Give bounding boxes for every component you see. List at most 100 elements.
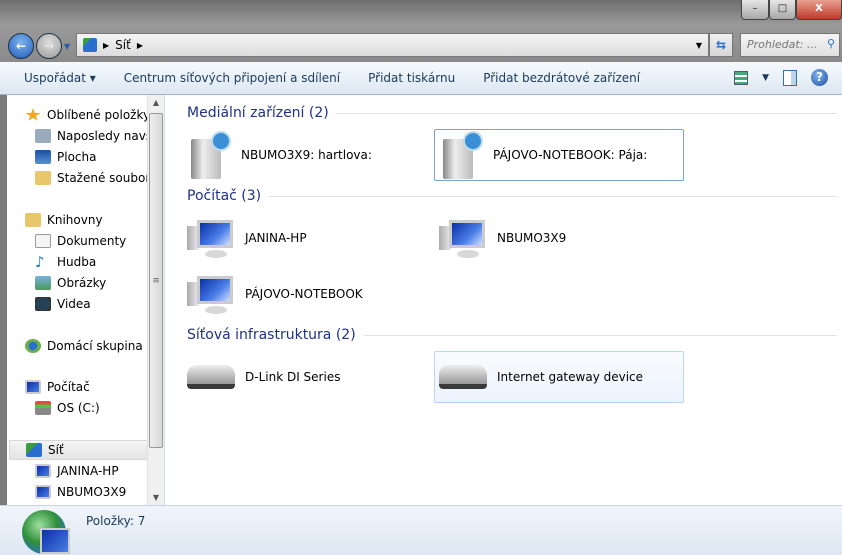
videos-icon xyxy=(35,297,51,311)
label: JANINA-HP xyxy=(57,464,119,478)
sidebar-item-recent[interactable]: Naposledy navštívená místa xyxy=(35,126,153,146)
pictures-icon xyxy=(35,276,51,290)
add-wireless-button[interactable]: Přidat bezdrátové zařízení xyxy=(469,71,654,85)
sidebar-item-documents[interactable]: Dokumenty xyxy=(35,231,153,251)
item-count: Položky: 7 xyxy=(86,514,146,528)
computer-item[interactable]: PÁJOVO-NOTEBOOK xyxy=(182,268,432,320)
sidebar-item-janina-hp[interactable]: JANINA-HP xyxy=(35,461,153,481)
computer-icon xyxy=(439,216,487,260)
group-header-computer[interactable]: Počítač (3) xyxy=(187,188,837,204)
sidebar-item-nbumo3x9[interactable]: NBUMO3X9 xyxy=(35,482,153,502)
label: NBUMO3X9 xyxy=(57,485,127,499)
details-pane: Položky: 7 xyxy=(0,505,842,555)
search-input[interactable]: Prohledat: ... ⚲ xyxy=(740,33,840,57)
breadcrumb-arrow-icon[interactable]: ▶ xyxy=(137,41,143,50)
organize-button[interactable]: Uspořádat ▾ xyxy=(0,71,110,85)
label: Naposledy navštívená místa xyxy=(57,129,153,143)
media-server-icon xyxy=(187,131,231,179)
router-icon xyxy=(439,365,487,389)
computer-icon xyxy=(187,272,235,316)
forward-button[interactable]: → xyxy=(36,33,62,59)
documents-icon xyxy=(35,234,51,248)
back-button[interactable]: ← xyxy=(8,33,34,59)
computer-icon xyxy=(187,216,235,260)
recent-places-icon xyxy=(35,129,51,143)
label: OS (C:) xyxy=(57,401,100,415)
sidebar-item-favorites[interactable]: Oblíbené položky xyxy=(25,105,153,125)
close-button[interactable]: X xyxy=(796,0,842,20)
help-icon[interactable]: ? xyxy=(811,69,828,86)
homegroup-icon xyxy=(25,339,41,353)
infrastructure-item[interactable]: D-Link DI Series xyxy=(182,351,432,403)
media-server-icon xyxy=(439,131,483,179)
sidebar-item-desktop[interactable]: Plocha xyxy=(35,147,153,167)
item-label: JANINA-HP xyxy=(245,231,307,245)
label: Dokumenty xyxy=(57,234,127,248)
scroll-up-icon[interactable]: ▲ xyxy=(148,98,164,107)
star-icon xyxy=(25,108,41,121)
infrastructure-item[interactable]: Internet gateway device xyxy=(434,351,684,403)
sidebar-item-downloads[interactable]: Stažené soubory xyxy=(35,168,153,188)
group-header-infrastructure[interactable]: Síťová infrastruktura (2) xyxy=(187,327,837,343)
router-icon xyxy=(187,365,235,389)
computer-icon xyxy=(35,485,51,499)
nav-scrollbar[interactable]: ▲ ≡ ▼ xyxy=(147,95,164,505)
recent-pages-dropdown[interactable]: ▼ xyxy=(64,42,70,51)
search-icon[interactable]: ⚲ xyxy=(827,37,835,50)
sidebar-item-network[interactable]: Síť xyxy=(9,440,153,460)
item-label: D-Link DI Series xyxy=(245,370,341,384)
breadcrumb-arrow-icon[interactable]: ▶ xyxy=(103,41,109,50)
add-printer-button[interactable]: Přidat tiskárnu xyxy=(354,71,469,85)
file-list: Mediální zařízení (2) NBUMO3X9: hartlova… xyxy=(165,95,842,505)
network-center-button[interactable]: Centrum síťových připojení a sdílení xyxy=(110,71,354,85)
libraries-icon xyxy=(25,213,41,227)
search-placeholder: Prohledat: ... xyxy=(747,38,818,51)
label: Síť xyxy=(48,443,64,457)
music-icon: ♪ xyxy=(35,253,45,271)
group-title: Počítač (3) xyxy=(187,188,262,204)
computer-item[interactable]: NBUMO3X9 xyxy=(434,212,684,264)
label: Knihovny xyxy=(47,213,103,227)
sidebar-item-drive-c[interactable]: OS (C:) xyxy=(35,398,153,418)
item-label: PÁJOVO-NOTEBOOK: Pája: xyxy=(493,148,648,162)
downloads-folder-icon xyxy=(35,171,51,185)
item-label: NBUMO3X9 xyxy=(497,231,567,245)
breadcrumb-network[interactable]: Síť xyxy=(115,38,131,52)
address-bar[interactable]: ▶ Síť ▶ ▼ xyxy=(76,33,709,57)
desktop-icon xyxy=(35,150,51,164)
network-globe-icon xyxy=(22,510,70,554)
sidebar-item-homegroup[interactable]: Domácí skupina xyxy=(25,336,153,356)
media-device-item[interactable]: PÁJOVO-NOTEBOOK: Pája: xyxy=(434,129,684,181)
group-header-media[interactable]: Mediální zařízení (2) xyxy=(187,105,837,121)
label: Videa xyxy=(57,297,91,311)
item-label: NBUMO3X9: hartlova: xyxy=(241,148,372,162)
label: Obrázky xyxy=(57,276,107,290)
minimize-button[interactable]: – xyxy=(741,0,769,20)
label: Oblíbené položky xyxy=(47,108,151,122)
label: Plocha xyxy=(57,150,97,164)
view-dropdown-icon[interactable]: ▼ xyxy=(762,73,769,83)
media-device-item[interactable]: NBUMO3X9: hartlova: xyxy=(182,129,432,181)
computer-icon xyxy=(35,464,51,478)
label: Hudba xyxy=(57,255,97,269)
refresh-button[interactable]: ⇆ xyxy=(709,33,733,57)
address-dropdown-icon[interactable]: ▼ xyxy=(696,41,702,50)
network-icon xyxy=(83,38,97,52)
sidebar-item-libraries[interactable]: Knihovny xyxy=(25,210,153,230)
sidebar-item-computer[interactable]: Počítač xyxy=(25,377,153,397)
computer-item[interactable]: JANINA-HP xyxy=(182,212,432,264)
sidebar-item-videos[interactable]: Videa xyxy=(35,294,153,314)
navigation-pane: Oblíbené položky Naposledy navštívená mí… xyxy=(7,95,165,505)
scroll-thumb[interactable]: ≡ xyxy=(149,113,163,448)
computer-icon xyxy=(25,380,41,394)
sidebar-item-music[interactable]: ♪ Hudba xyxy=(35,252,153,272)
network-icon xyxy=(26,443,42,457)
scroll-down-icon[interactable]: ▼ xyxy=(148,493,164,502)
preview-pane-icon[interactable] xyxy=(783,69,797,86)
drive-icon xyxy=(35,401,51,415)
label: Stažené soubory xyxy=(57,171,153,185)
maximize-button[interactable]: □ xyxy=(769,0,796,20)
sidebar-item-pictures[interactable]: Obrázky xyxy=(35,273,153,293)
group-title: Mediální zařízení (2) xyxy=(187,105,329,121)
change-view-icon[interactable] xyxy=(734,70,749,85)
